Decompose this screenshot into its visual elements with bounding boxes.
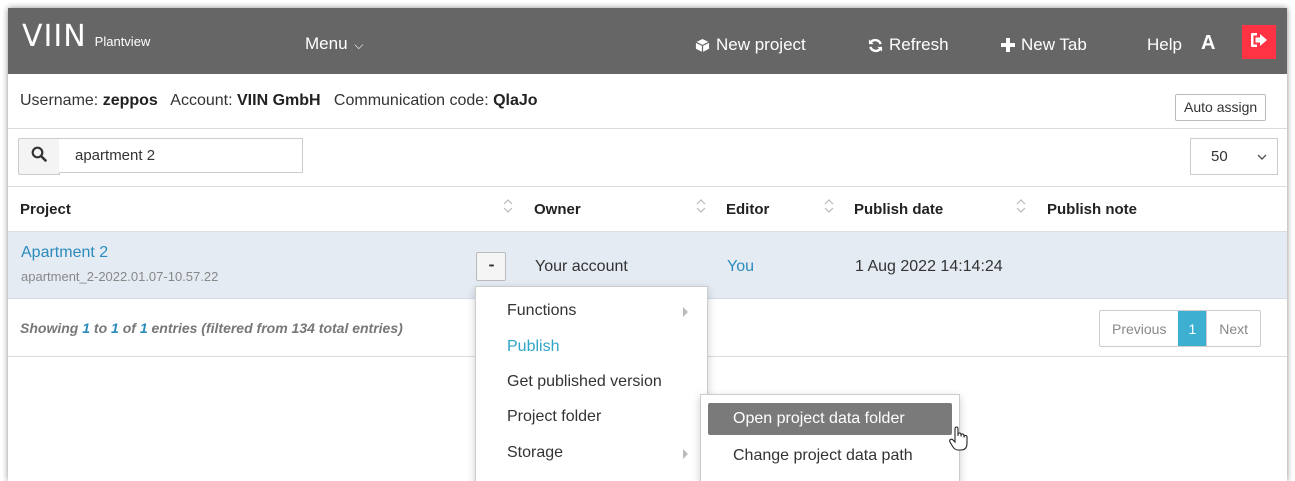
new-tab-button[interactable]: New Tab	[1001, 35, 1087, 55]
chevron-right-icon	[683, 307, 688, 317]
previous-page-button[interactable]: Previous	[1100, 311, 1178, 346]
auto-assign-button[interactable]: Auto assign	[1175, 94, 1267, 121]
menu-item-get-published-version[interactable]: Get published version	[507, 373, 662, 391]
account-info-bar: Username: zeppos Account: VIIN GmbH Comm…	[8, 74, 1287, 129]
cube-icon	[695, 38, 710, 53]
entries-total: 1	[139, 320, 148, 336]
logout-button[interactable]	[1242, 25, 1276, 59]
entries-info: Showing 1 to 1 of 1 entries (filtered fr…	[20, 320, 403, 336]
comm-code-label: Communication code:	[333, 92, 489, 109]
help-label: Help	[1147, 35, 1182, 54]
column-header-publish-note[interactable]: Publish note	[1047, 201, 1137, 218]
app-window: VIIN Plantview Menu ⌵ New project Refres…	[8, 8, 1287, 481]
project-file-name: apartment_2-2022.01.07-10.57.22	[21, 269, 219, 284]
sort-icon[interactable]	[502, 196, 514, 216]
chevron-right-icon	[683, 449, 688, 459]
refresh-label: Refresh	[889, 35, 949, 54]
column-header-editor[interactable]: Editor	[726, 201, 769, 218]
chevron-down-icon	[1257, 148, 1267, 165]
table-header: Project Owner Editor Publish date Publis…	[8, 187, 1287, 233]
submenu-item-change-data-path[interactable]: Change project data path	[708, 440, 952, 472]
menu-item-project-folder[interactable]: Project folder	[507, 408, 601, 426]
entries-of-label: of	[122, 320, 136, 336]
brand-app-name: Plantview	[94, 34, 151, 49]
account-value: VIIN GmbH	[237, 92, 321, 109]
comm-code-value: QlaJo	[493, 92, 538, 109]
column-header-project[interactable]: Project	[20, 201, 71, 218]
entries-suffix: entries (filtered from 134 total entries…	[151, 320, 403, 336]
top-navbar: VIIN Plantview Menu ⌵ New project Refres…	[8, 8, 1287, 74]
brand-logo: VIIN	[22, 19, 87, 54]
submenu-item-open-data-folder[interactable]: Open project data folder	[708, 403, 952, 435]
new-tab-label: New Tab	[1021, 35, 1087, 54]
refresh-icon	[868, 38, 883, 53]
entries-prefix: Showing	[20, 320, 79, 336]
project-folder-submenu: Open project data folder Change project …	[700, 394, 960, 481]
account-label: Account:	[170, 92, 233, 109]
sort-icon[interactable]	[695, 196, 707, 216]
column-header-owner[interactable]: Owner	[534, 201, 581, 218]
sort-icon[interactable]	[1015, 196, 1027, 216]
menu-label: Menu	[305, 34, 348, 53]
chevron-down-icon: ⌵	[354, 38, 364, 52]
help-button[interactable]: Help	[1147, 35, 1182, 55]
new-project-label: New project	[716, 35, 806, 54]
page-size-value: 50	[1211, 148, 1228, 165]
entries-to-label: to	[93, 320, 108, 336]
entries-from: 1	[82, 320, 91, 336]
entries-to: 1	[111, 320, 119, 336]
username-label: Username:	[20, 92, 99, 109]
owner-cell: Your account	[535, 258, 628, 275]
editor-cell[interactable]: You	[727, 258, 754, 276]
search-icon	[31, 146, 47, 167]
project-name-link[interactable]: Apartment 2	[21, 244, 108, 262]
search-button[interactable]	[18, 138, 60, 175]
username-value: zeppos	[102, 92, 158, 109]
user-avatar[interactable]: A	[1201, 32, 1215, 55]
page-1-button[interactable]: 1	[1178, 311, 1207, 346]
menu-item-publish[interactable]: Publish	[507, 338, 559, 356]
search-bar: 50	[8, 129, 1287, 187]
brand[interactable]: VIIN Plantview	[22, 22, 150, 52]
row-actions-button[interactable]: •••	[476, 252, 506, 281]
row-context-menu: Functions Publish Get published version …	[475, 286, 708, 481]
menu-item-functions[interactable]: Functions	[507, 302, 576, 320]
search-input[interactable]	[59, 138, 303, 173]
column-header-publish-date[interactable]: Publish date	[854, 201, 943, 218]
refresh-button[interactable]: Refresh	[868, 35, 949, 55]
account-info-text: Username: zeppos Account: VIIN GmbH Comm…	[20, 92, 538, 110]
hand-cursor-icon	[948, 426, 970, 457]
next-page-button[interactable]: Next	[1206, 311, 1260, 346]
sort-icon[interactable]	[823, 196, 835, 216]
sign-out-icon	[1251, 32, 1267, 52]
menu-item-storage[interactable]: Storage	[507, 444, 563, 462]
ellipsis-icon: •••	[488, 263, 494, 270]
plus-icon	[1001, 38, 1015, 52]
publish-date-cell: 1 Aug 2022 14:14:24	[855, 258, 1003, 275]
page-size-select[interactable]: 50	[1190, 138, 1278, 175]
new-project-button[interactable]: New project	[695, 35, 806, 55]
main-menu-button[interactable]: Menu ⌵	[305, 34, 363, 54]
pagination: Previous 1 Next	[1099, 310, 1262, 347]
